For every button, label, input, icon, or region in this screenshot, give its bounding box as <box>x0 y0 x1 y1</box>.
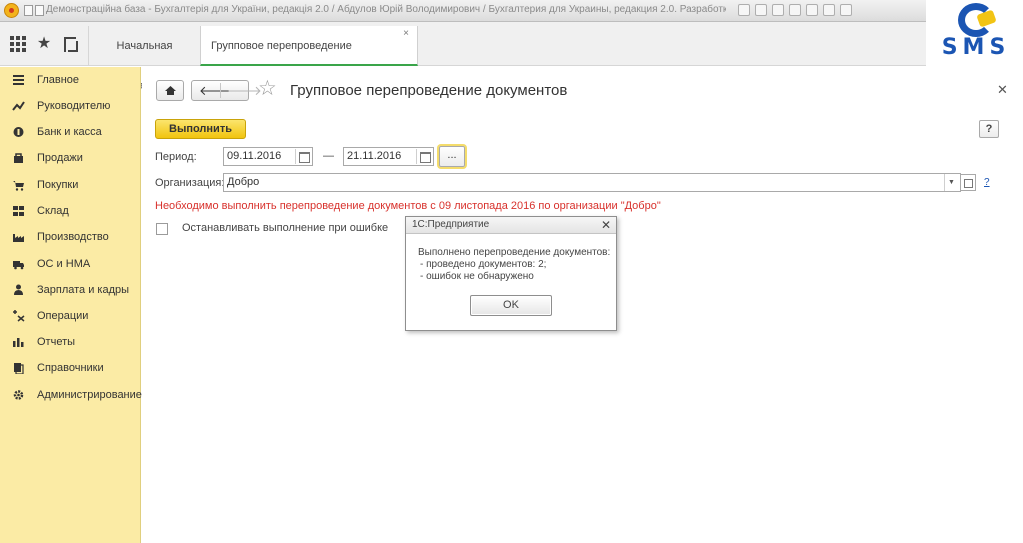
date-to-value: 21.11.2016 <box>347 150 402 162</box>
date-from-field[interactable]: 09.11.2016 <box>223 147 313 166</box>
truck-icon <box>13 261 24 270</box>
coin-icon <box>13 127 24 137</box>
sidebar-item-main[interactable]: Главное <box>0 70 141 90</box>
history-icon[interactable] <box>60 34 80 54</box>
page-title: Групповое перепроведение документов <box>290 82 568 99</box>
ok-button[interactable]: OK <box>470 295 552 316</box>
apps-grid-icon[interactable] <box>8 34 28 54</box>
date-to-field[interactable]: 21.11.2016 <box>343 147 434 166</box>
sidebar-item-label: Отчеты <box>37 336 76 348</box>
period-label: Период: <box>155 151 197 163</box>
sidebar: Главное Руководителю Банк и касса Продаж… <box>0 67 142 543</box>
stop-on-error-checkbox[interactable] <box>156 223 168 235</box>
sidebar-item-operations[interactable]: Операции <box>0 306 141 326</box>
notes-icon[interactable] <box>823 4 835 16</box>
window-menu-icon[interactable] <box>24 5 33 16</box>
person-icon <box>14 284 23 295</box>
1c-logo-icon[interactable] <box>4 3 19 18</box>
print-icon[interactable] <box>755 4 767 16</box>
sidebar-item-label: Производство <box>37 231 109 243</box>
stop-on-error-label[interactable]: Останавливать выполнение при ошибке <box>182 222 388 234</box>
dialog-titlebar: 1С:Предприятие ✕ <box>406 217 616 234</box>
dialog-line: - проведено документов: 2; <box>420 259 547 270</box>
calendar-icon[interactable] <box>416 149 432 164</box>
sidebar-item-manager[interactable]: Руководителю <box>0 96 141 116</box>
sms-logo: SMS <box>926 0 1023 62</box>
favorites-star-icon[interactable]: ★ <box>34 34 54 54</box>
sidebar-item-fixed-assets[interactable]: ОС и НМА <box>0 254 141 274</box>
sidebar-item-production[interactable]: Производство <box>0 227 141 247</box>
sidebar-item-directories[interactable]: Справочники <box>0 358 141 378</box>
run-button[interactable]: Выполнить <box>155 119 246 139</box>
sidebar-item-label: Покупки <box>37 179 79 191</box>
help-button[interactable]: ? <box>979 120 999 138</box>
chevron-down-icon[interactable]: ▼ <box>944 174 958 191</box>
sidebar-item-label: Банк и касса <box>37 126 102 138</box>
operations-icon <box>13 310 25 322</box>
bar-chart-icon <box>13 338 24 347</box>
dialog-line: - ошибок не обнаружено <box>420 271 534 282</box>
dialog-close-icon[interactable]: ✕ <box>601 218 611 232</box>
window-menu-icon-2[interactable] <box>35 5 44 16</box>
select-period-button[interactable]: ... <box>439 146 465 167</box>
sidebar-item-label: Администрирование <box>37 389 142 401</box>
home-icon <box>165 86 176 95</box>
gear-icon <box>13 390 24 400</box>
sidebar-item-bank[interactable]: Банк и касса <box>0 122 141 142</box>
sidebar-item-label: Продажи <box>37 152 83 164</box>
organization-field[interactable]: Добро ▼ <box>223 173 961 192</box>
top-toolbar: ★ Начальная страница Групповое перепрове… <box>0 22 926 92</box>
navigation-buttons: 🡐 🡒 <box>191 80 262 101</box>
sidebar-item-label: Склад <box>37 205 69 217</box>
organization-value: Добро <box>227 176 260 188</box>
calculator-icon[interactable] <box>806 4 818 16</box>
sidebar-item-label: Зарплата и кадры <box>37 284 130 296</box>
tab-close-icon[interactable]: × <box>403 14 409 54</box>
sms-logo-text: SMS <box>941 35 1011 60</box>
forward-arrow-icon[interactable]: 🡒 <box>227 82 262 99</box>
organization-label: Организация: <box>155 177 225 189</box>
sidebar-item-label: Операции <box>37 310 89 322</box>
favorite-star-icon[interactable]: ☆ <box>258 77 277 101</box>
factory-icon <box>13 234 24 242</box>
document-icon[interactable] <box>789 4 801 16</box>
menu-lines-icon <box>13 75 24 85</box>
sidebar-item-administration[interactable]: Администрирование <box>0 385 142 405</box>
cart-icon <box>13 181 24 191</box>
open-organization-icon[interactable] <box>961 174 976 191</box>
home-button[interactable] <box>156 80 184 101</box>
date-from-value: 09.11.2016 <box>227 150 282 162</box>
warning-message: Необходимо выполнить перепроведение доку… <box>155 200 661 212</box>
dialog-message: Выполнено перепроведение документов: - п… <box>418 247 611 283</box>
calendar-icon[interactable] <box>738 4 750 16</box>
dialog-title: 1С:Предприятие <box>412 219 490 230</box>
sidebar-item-reports[interactable]: Отчеты <box>0 332 141 352</box>
tab-home[interactable]: Начальная страница <box>88 26 200 92</box>
sidebar-item-label: Руководителю <box>37 100 111 112</box>
shopping-bag-icon <box>14 153 23 163</box>
tab-group-reposting[interactable]: Групповое перепроведение документов × <box>200 26 418 92</box>
sidebar-item-purchases[interactable]: Покупки <box>0 175 141 195</box>
sidebar-item-label: Главное <box>37 74 80 86</box>
trend-chart-icon <box>12 101 25 111</box>
sidebar-item-label: Справочники <box>37 362 104 374</box>
window-title: Демонстраційна база - Бухгалтерія для Ук… <box>46 4 726 15</box>
sidebar-item-salary[interactable]: Зарплата и кадры <box>0 280 141 300</box>
sidebar-item-label: ОС и НМА <box>37 258 91 270</box>
warehouse-icon <box>13 206 24 216</box>
save-icon[interactable] <box>772 4 784 16</box>
organization-help-link[interactable]: ? <box>984 177 990 188</box>
result-dialog: 1С:Предприятие ✕ Выполнено перепроведени… <box>405 216 617 331</box>
books-icon <box>14 363 24 374</box>
dialog-line: Выполнено перепроведение документов: <box>418 247 611 258</box>
close-form-icon[interactable]: ✕ <box>997 82 1008 98</box>
sidebar-item-warehouse[interactable]: Склад <box>0 201 141 221</box>
calendar-icon[interactable] <box>295 149 311 164</box>
window-titlebar: Демонстраційна база - Бухгалтерія для Ук… <box>0 0 1023 22</box>
info-icon[interactable] <box>840 4 852 16</box>
sidebar-item-sales[interactable]: Продажи <box>0 148 141 168</box>
period-dash: — <box>323 150 334 162</box>
